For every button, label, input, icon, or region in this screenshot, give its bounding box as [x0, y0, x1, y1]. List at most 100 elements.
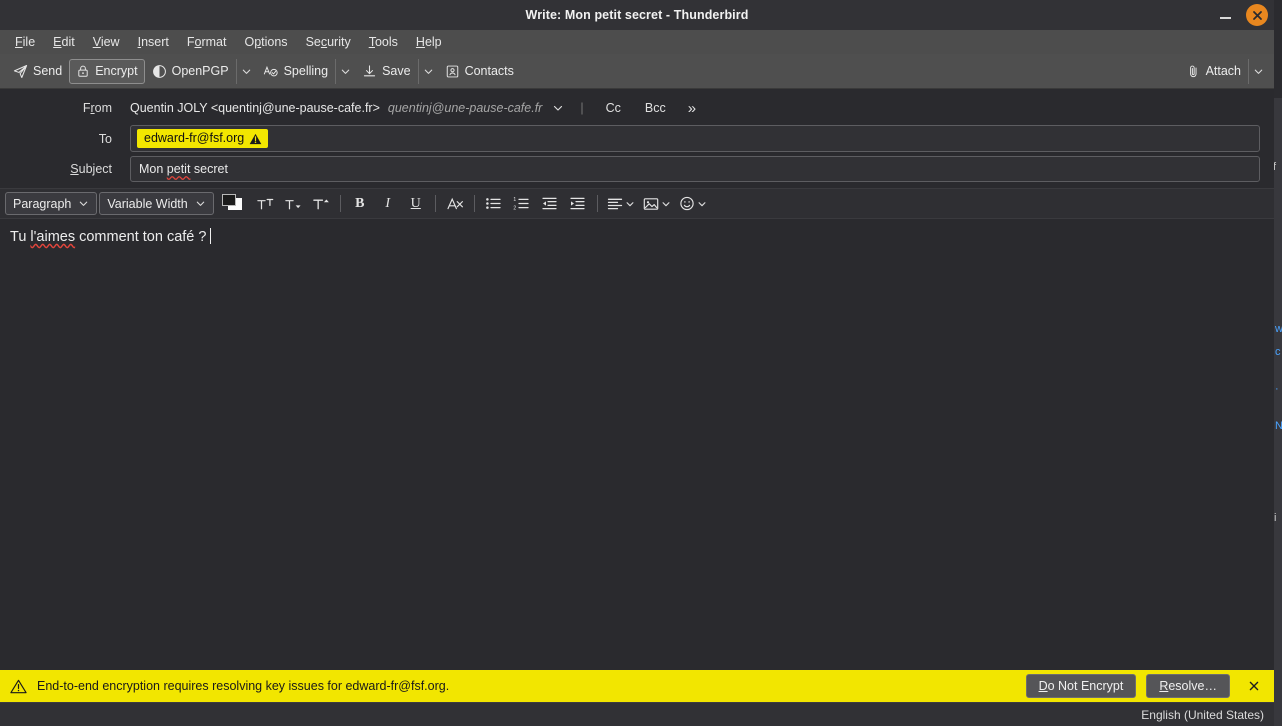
language-indicator[interactable]: English (United States)	[1141, 708, 1264, 722]
from-identity[interactable]: Quentin JOLY <quentinj@une-pause-cafe.fr…	[130, 101, 380, 115]
title-bar[interactable]: Write: Mon petit secret - Thunderbird	[0, 0, 1274, 30]
text-color-swatch[interactable]	[220, 193, 246, 215]
subject-value: Mon petit secret	[137, 159, 1253, 179]
send-button[interactable]: Send	[6, 59, 69, 84]
paragraph-format-select[interactable]: Paragraph	[5, 192, 98, 215]
save-button[interactable]: Save	[355, 59, 418, 84]
from-label: From	[82, 101, 112, 115]
contacts-button[interactable]: Contacts	[438, 59, 521, 84]
send-icon	[13, 64, 28, 79]
save-split-button: Save	[355, 58, 438, 84]
numbered-list-icon: 1 2	[513, 196, 530, 211]
increase-font-size-button[interactable]	[252, 192, 278, 216]
insert-image-menu-button[interactable]	[640, 192, 674, 216]
menu-tools[interactable]: Tools	[360, 33, 407, 51]
openpgp-icon	[152, 64, 167, 79]
menu-insert[interactable]: Insert	[129, 33, 178, 51]
from-email: quentinj@une-pause-cafe.fr	[387, 101, 543, 115]
spelling-label: Spelling	[283, 64, 329, 78]
paperclip-icon	[1186, 64, 1201, 79]
save-dropdown-button[interactable]	[417, 58, 438, 84]
format-separator	[339, 195, 341, 212]
warning-triangle-icon	[249, 133, 262, 145]
underline-button[interactable]: U	[403, 192, 429, 216]
menu-file[interactable]: File	[6, 33, 44, 51]
subject-input[interactable]: Mon petit secret	[130, 156, 1260, 182]
attach-split-button: Attach	[1179, 58, 1268, 84]
indent-icon	[569, 196, 586, 211]
remove-text-styling-button[interactable]	[442, 192, 468, 216]
italic-button[interactable]: I	[375, 192, 401, 216]
attach-button[interactable]: Attach	[1179, 59, 1248, 84]
more-headers-button[interactable]: »	[682, 100, 702, 117]
emoji-menu-button[interactable]	[676, 192, 710, 216]
close-button[interactable]	[1246, 4, 1268, 26]
menu-format[interactable]: Format	[178, 33, 236, 51]
menu-options[interactable]: Options	[235, 33, 296, 51]
compose-headers: From Quentin JOLY <quentinj@une-pause-ca…	[0, 89, 1274, 188]
openpgp-dropdown-button[interactable]	[235, 58, 256, 84]
body-text-after: comment ton café ?	[75, 229, 207, 245]
chevron-down-icon	[340, 66, 351, 77]
spelling-icon	[263, 64, 279, 79]
close-icon	[1252, 10, 1263, 21]
attach-dropdown-button[interactable]	[1248, 58, 1268, 84]
menu-view[interactable]: View	[84, 33, 129, 51]
cc-button[interactable]: Cc	[598, 99, 629, 117]
bcc-button[interactable]: Bcc	[637, 99, 674, 117]
do-not-encrypt-button[interactable]: Do Not Encrypt	[1025, 674, 1137, 698]
decrease-font-size-button[interactable]	[280, 192, 306, 216]
encrypt-button[interactable]: Encrypt	[69, 58, 145, 84]
italic-icon: I	[385, 195, 391, 211]
warning-triangle-icon	[10, 679, 27, 694]
align-left-icon	[607, 197, 623, 211]
indent-button[interactable]	[565, 192, 591, 216]
from-dropdown-button[interactable]	[550, 102, 566, 114]
font-size-menu-button[interactable]	[308, 192, 334, 216]
subject-label[interactable]: Subject	[0, 162, 130, 176]
save-icon	[362, 64, 377, 79]
chevron-down-icon	[661, 199, 671, 209]
minimize-button[interactable]	[1214, 4, 1236, 26]
openpgp-button[interactable]: OpenPGP	[145, 59, 236, 84]
outdent-button[interactable]	[537, 192, 563, 216]
lock-icon	[76, 64, 90, 78]
background-fragment: i	[1274, 512, 1277, 524]
format-separator	[434, 195, 436, 212]
header-separator: |	[580, 101, 584, 115]
format-toolbar: Paragraph Variable Width B I U 1 2	[0, 188, 1274, 219]
notification-close-button[interactable]	[1242, 675, 1266, 697]
image-icon	[643, 197, 659, 211]
openpgp-split-button: OpenPGP	[145, 58, 256, 84]
background-fragment: ·	[1275, 383, 1279, 395]
numbered-list-button[interactable]: 1 2	[509, 192, 535, 216]
window-title: Write: Mon petit secret - Thunderbird	[525, 8, 749, 22]
message-body-editor[interactable]: Tu l'aimes comment ton café ?	[0, 219, 1274, 670]
compose-window: Write: Mon petit secret - Thunderbird Fi…	[0, 0, 1274, 726]
menu-edit[interactable]: Edit	[44, 33, 84, 51]
minimize-icon	[1219, 16, 1231, 19]
window-controls	[1214, 0, 1268, 30]
chevron-down-icon	[78, 198, 89, 209]
background-fragment: w	[1275, 323, 1282, 335]
to-input[interactable]: edward-fr@fsf.org	[130, 125, 1260, 152]
menu-security[interactable]: Security	[297, 33, 360, 51]
contacts-icon	[445, 64, 460, 79]
spelling-dropdown-button[interactable]	[335, 58, 355, 84]
close-icon	[1248, 680, 1260, 692]
align-menu-button[interactable]	[604, 192, 638, 216]
chevron-down-icon	[241, 66, 252, 77]
font-family-select[interactable]: Variable Width	[99, 192, 214, 215]
recipient-pill[interactable]: edward-fr@fsf.org	[137, 128, 269, 149]
resolve-button[interactable]: Resolve…	[1146, 674, 1230, 698]
bold-button[interactable]: B	[347, 192, 373, 216]
to-label[interactable]: To	[0, 132, 130, 146]
menu-help[interactable]: Help	[407, 33, 451, 51]
save-label: Save	[382, 64, 411, 78]
screen: f w c · N i Write: Mon petit secret - Th…	[0, 0, 1282, 726]
attach-label: Attach	[1205, 64, 1241, 78]
bullet-list-button[interactable]	[481, 192, 507, 216]
to-row: To edward-fr@fsf.org	[0, 123, 1260, 154]
send-label: Send	[33, 64, 63, 78]
spelling-button[interactable]: Spelling	[256, 59, 335, 84]
